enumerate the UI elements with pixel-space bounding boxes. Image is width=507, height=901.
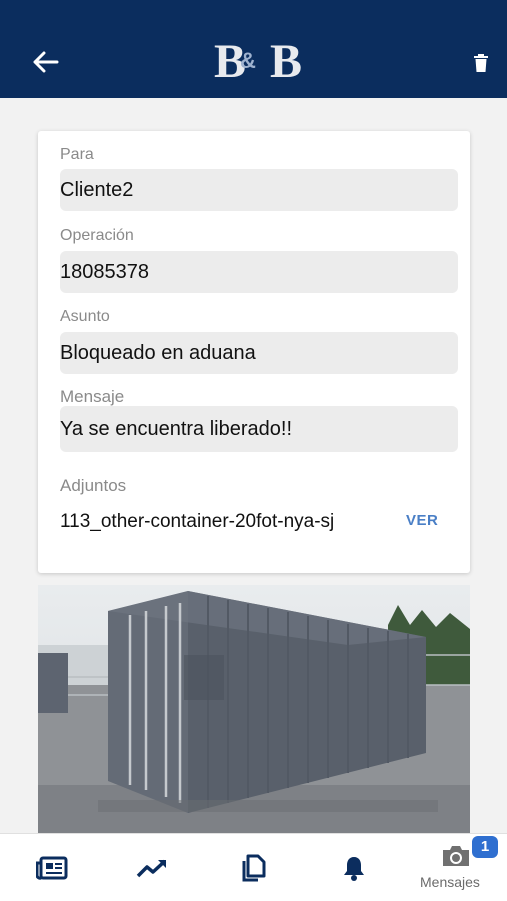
attachment-filename: 113_other-container-20fot-nya-sj	[60, 511, 335, 532]
operation-label: Operación	[60, 227, 134, 244]
bottom-navigation	[0, 833, 507, 901]
message-field[interactable]: Ya se encuentra liberado!!	[60, 406, 458, 452]
news-icon[interactable]	[28, 834, 76, 901]
view-attachment-button[interactable]: VER	[406, 512, 438, 529]
brand-logo: B&B &	[204, 36, 304, 88]
trash-icon[interactable]	[466, 48, 496, 78]
to-field[interactable]: Cliente2	[60, 169, 458, 211]
trending-up-icon[interactable]	[128, 834, 176, 901]
app-bar: B&B &	[0, 0, 507, 98]
subject-field[interactable]: Bloqueado en aduana	[60, 332, 458, 374]
message-card: Para Cliente2 Operación 18085378 Asunto …	[38, 131, 470, 573]
attachments-label: Adjuntos	[60, 476, 127, 495]
attachment-image	[38, 585, 470, 833]
documents-icon[interactable]	[230, 834, 278, 901]
to-label: Para	[60, 146, 94, 163]
messages-badge: 1	[472, 836, 498, 858]
operation-field[interactable]: 18085378	[60, 251, 458, 293]
subject-label: Asunto	[60, 308, 110, 325]
back-arrow-icon[interactable]	[26, 42, 66, 82]
messages-label[interactable]: Mensajes	[420, 874, 480, 890]
logo-ampersand: &	[240, 48, 256, 73]
bell-icon[interactable]	[330, 834, 378, 901]
message-label: Mensaje	[60, 387, 125, 406]
